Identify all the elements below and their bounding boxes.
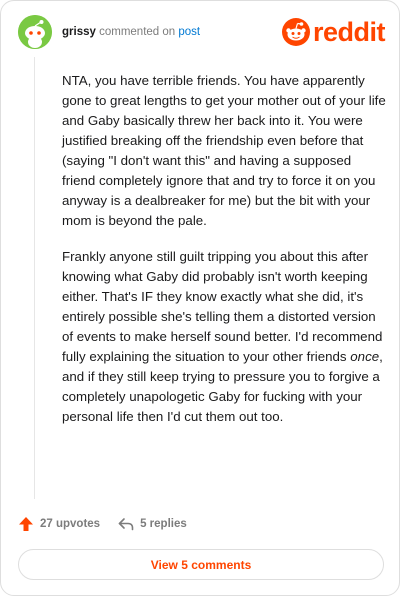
reddit-wordmark: reddit	[312, 16, 386, 47]
post-link[interactable]: post	[178, 26, 200, 38]
thread-line[interactable]	[34, 57, 35, 499]
upvote-count: 27 upvotes	[40, 518, 101, 530]
username-link[interactable]: grissy	[62, 26, 96, 38]
avatar[interactable]	[18, 15, 52, 49]
comment-body: NTA, you have terrible friends. You have…	[62, 71, 388, 443]
snoo-avatar-icon	[18, 15, 52, 49]
reddit-logo[interactable]: reddit	[281, 16, 386, 47]
upvote-button[interactable]: 27 upvotes	[18, 516, 100, 532]
reply-count: 5 replies	[140, 518, 187, 530]
comment-paragraph: NTA, you have terrible friends. You have…	[62, 73, 386, 228]
comment-actions: 27 upvotes 5 replies	[18, 512, 205, 536]
emphasis-text: once	[350, 349, 380, 364]
reddit-snoo-icon	[281, 18, 310, 46]
comment-paragraph: Frankly anyone still guilt tripping you …	[62, 247, 388, 427]
view-comments-button[interactable]: View 5 comments	[18, 549, 384, 580]
byline: grissy commented on post	[62, 26, 200, 38]
comment-header: grissy commented on post reddit	[18, 15, 386, 53]
reply-button[interactable]: 5 replies	[118, 517, 187, 531]
upvote-arrow-icon	[19, 517, 33, 531]
comment-card: grissy commented on post reddit NTA, you…	[0, 0, 400, 596]
byline-action: commented on	[99, 26, 176, 38]
comment-text: Frankly anyone still guilt tripping you …	[62, 249, 383, 364]
reply-arrow-icon	[118, 518, 134, 531]
